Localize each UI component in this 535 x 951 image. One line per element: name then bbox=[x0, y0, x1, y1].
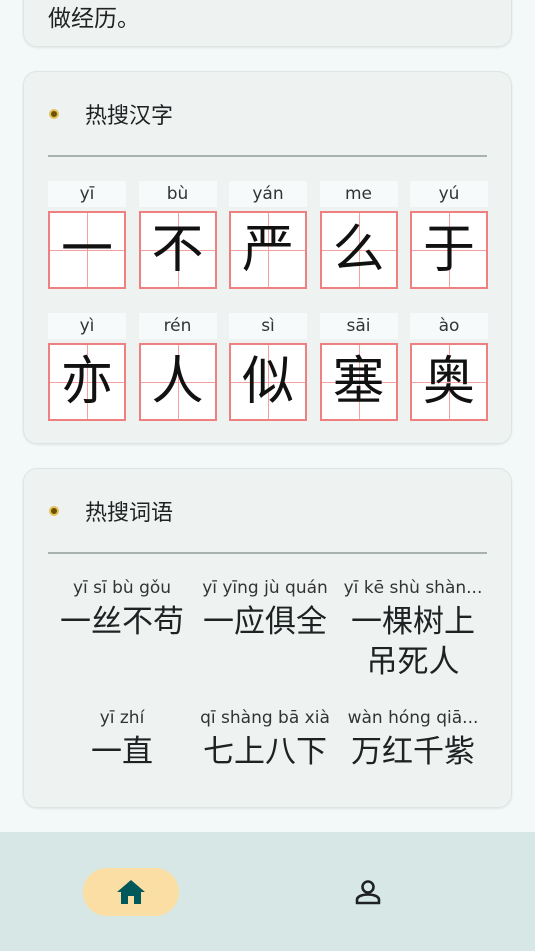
word-pinyin: yī sī bù gǒu bbox=[72, 578, 172, 598]
word-text: 一丝不苟 bbox=[60, 604, 184, 640]
bottom-navigation bbox=[0, 832, 535, 951]
char-glyph: 人 bbox=[151, 352, 204, 412]
char-pinyin: yī bbox=[48, 181, 126, 207]
word-item[interactable]: wàn hóng qiā... 万红千紫 bbox=[338, 706, 488, 772]
word-item[interactable]: yī sī bù gǒu 一丝不苟 bbox=[52, 576, 192, 682]
bullet-dot-icon bbox=[49, 109, 59, 119]
tian-grid: 么 bbox=[319, 211, 398, 289]
bullet-dot-icon bbox=[49, 506, 59, 516]
tian-grid: 一 bbox=[48, 211, 126, 289]
tian-grid: 亦 bbox=[48, 343, 126, 421]
char-glyph: 严 bbox=[241, 220, 294, 280]
char-pinyin: yán bbox=[229, 181, 307, 207]
nav-home-button[interactable] bbox=[83, 868, 179, 916]
tian-grid: 人 bbox=[138, 343, 217, 421]
char-row: yī 一 bù 不 yán 严 me 么 yú 于 bbox=[48, 181, 488, 289]
previous-card-text: 做经历。 bbox=[48, 6, 140, 32]
char-cell-yi[interactable]: yī 一 bbox=[48, 181, 126, 289]
divider bbox=[48, 552, 487, 554]
word-pinyin: yī yīng jù quán bbox=[202, 578, 328, 598]
previous-card: 做经历。 bbox=[23, 0, 512, 47]
word-text: 一应俱全 bbox=[203, 604, 327, 640]
char-glyph: 不 bbox=[151, 220, 204, 280]
home-icon bbox=[117, 880, 145, 904]
char-cell-ao[interactable]: ào 奥 bbox=[410, 313, 488, 421]
char-glyph: 么 bbox=[332, 220, 385, 280]
hot-words-header: 热搜词语 bbox=[48, 493, 487, 529]
hot-words-title: 热搜词语 bbox=[85, 501, 174, 526]
char-glyph: 塞 bbox=[332, 352, 385, 412]
tian-grid: 不 bbox=[138, 211, 217, 289]
char-cell-bu[interactable]: bù 不 bbox=[138, 181, 217, 289]
char-glyph: 似 bbox=[241, 352, 294, 412]
char-glyph: 奥 bbox=[422, 352, 475, 412]
char-pinyin: yì bbox=[48, 313, 126, 339]
hot-words-card: 热搜词语 yī sī bù gǒu 一丝不苟 yī yīng jù quán 一… bbox=[23, 468, 512, 808]
word-pinyin: wàn hóng qiā... bbox=[347, 708, 479, 728]
divider bbox=[48, 155, 487, 157]
word-pinyin: qī shàng bā xià bbox=[200, 708, 330, 728]
char-pinyin: ào bbox=[410, 313, 488, 339]
word-text: 万红千紫 bbox=[351, 734, 475, 770]
tian-grid: 似 bbox=[229, 343, 307, 421]
char-glyph: 于 bbox=[422, 220, 475, 280]
char-cell-yan[interactable]: yán 严 bbox=[229, 181, 307, 289]
word-text: 七上八下 bbox=[203, 734, 327, 770]
char-pinyin: sāi bbox=[319, 313, 398, 339]
char-glyph: 一 bbox=[60, 220, 113, 280]
word-text: 一棵树上吊死人 bbox=[351, 604, 475, 680]
word-grid: yī sī bù gǒu 一丝不苟 yī yīng jù quán 一应俱全 y… bbox=[52, 576, 488, 772]
word-pinyin: yī kē shù shàn... bbox=[343, 578, 483, 598]
char-pinyin: sì bbox=[229, 313, 307, 339]
char-row: yì 亦 rén 人 sì 似 sāi 塞 ào 奥 bbox=[48, 313, 488, 421]
word-text: 一直 bbox=[91, 734, 153, 770]
char-cell-sai[interactable]: sāi 塞 bbox=[319, 313, 398, 421]
char-cell-me[interactable]: me 么 bbox=[319, 181, 398, 289]
hot-chars-title: 热搜汉字 bbox=[85, 104, 174, 129]
char-cell-ren[interactable]: rén 人 bbox=[138, 313, 217, 421]
char-cell-si[interactable]: sì 似 bbox=[229, 313, 307, 421]
word-item[interactable]: yī kē shù shàn... 一棵树上吊死人 bbox=[338, 576, 488, 682]
word-item[interactable]: yī zhí 一直 bbox=[52, 706, 192, 772]
tian-grid: 于 bbox=[410, 211, 488, 289]
hot-chars-card: 热搜汉字 yī 一 bù 不 yán 严 me 么 yú 于 yì 亦 rén … bbox=[23, 71, 512, 444]
char-pinyin: rén bbox=[138, 313, 217, 339]
char-cell-yu[interactable]: yú 于 bbox=[410, 181, 488, 289]
word-item[interactable]: qī shàng bā xià 七上八下 bbox=[192, 706, 338, 772]
person-icon bbox=[355, 880, 381, 905]
nav-profile-button[interactable] bbox=[344, 868, 392, 916]
word-item[interactable]: yī yīng jù quán 一应俱全 bbox=[192, 576, 338, 682]
tian-grid: 塞 bbox=[319, 343, 398, 421]
char-glyph: 亦 bbox=[60, 352, 113, 412]
tian-grid: 严 bbox=[229, 211, 307, 289]
tian-grid: 奥 bbox=[410, 343, 488, 421]
char-cell-yi4[interactable]: yì 亦 bbox=[48, 313, 126, 421]
char-pinyin: me bbox=[319, 181, 398, 207]
char-grid: yī 一 bù 不 yán 严 me 么 yú 于 yì 亦 rén 人 sì … bbox=[48, 181, 488, 445]
hot-chars-header: 热搜汉字 bbox=[48, 96, 487, 132]
word-pinyin: yī zhí bbox=[99, 708, 145, 728]
char-pinyin: bù bbox=[138, 181, 217, 207]
char-pinyin: yú bbox=[410, 181, 488, 207]
